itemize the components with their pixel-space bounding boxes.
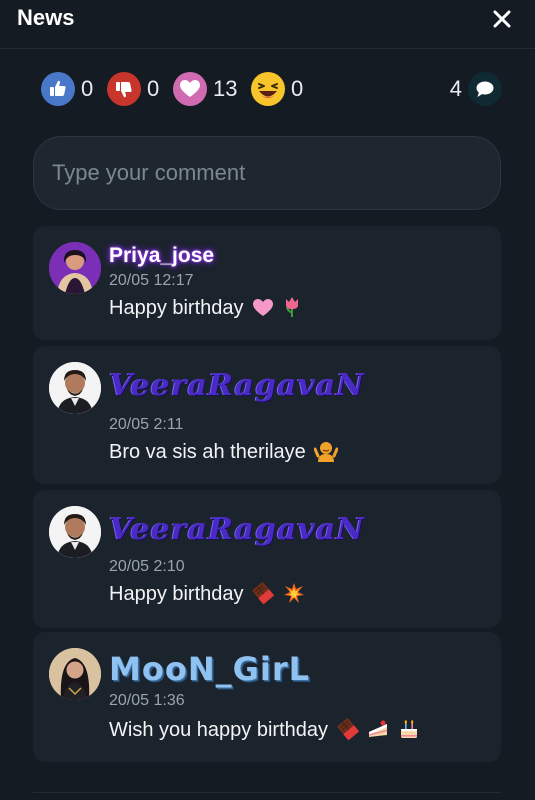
comment-text: Happy birthday <box>109 583 244 605</box>
comment-text: Happy birthday <box>109 297 244 319</box>
header-bar: News <box>0 0 535 49</box>
avatar[interactable] <box>49 242 101 294</box>
comment-timestamp: 20/05 12:17 <box>109 272 194 289</box>
chocolate-emoji-icon <box>252 582 275 610</box>
comment-card: Priya_jose 20/05 12:17 Happy birthday <box>33 226 501 340</box>
comment-text-line: Bro va sis ah therilaye <box>109 440 339 468</box>
comment-input[interactable] <box>33 136 501 210</box>
comment-username[interactable]: MooN_GirL <box>109 650 310 688</box>
tulip-emoji-icon <box>283 296 301 324</box>
comment-username[interactable]: VeeraRagavaN <box>109 512 365 547</box>
like-reaction[interactable]: 0 <box>41 70 93 108</box>
comment-timestamp: 20/05 2:11 <box>109 416 184 433</box>
close-icon[interactable] <box>491 8 513 30</box>
birthday-cake-emoji-icon <box>398 718 420 746</box>
love-reaction[interactable]: 13 <box>173 70 237 108</box>
cake-slice-emoji-icon <box>367 718 389 746</box>
speech-bubble-icon <box>468 72 502 106</box>
haha-count: 0 <box>291 76 304 101</box>
comment-card: MooN_GirL 20/05 1:36 Wish you happy birt… <box>33 632 501 762</box>
reactions-bar: 0 0 13 0 4 <box>0 70 535 110</box>
laughing-emoji-icon <box>251 72 285 106</box>
comment-text-line: Happy birthday <box>109 296 301 324</box>
shrug-emoji-icon <box>313 440 339 468</box>
comment-timestamp: 20/05 2:10 <box>109 558 185 575</box>
comment-text: Wish you happy birthday <box>109 719 329 741</box>
comment-username[interactable]: Priya_jose <box>109 244 214 268</box>
comment-card: VeeraRagavaN 20/05 2:11 Bro va sis ah th… <box>33 346 501 484</box>
avatar[interactable] <box>49 506 101 558</box>
comment-username[interactable]: VeeraRagavaN <box>109 368 365 403</box>
chocolate-emoji-icon <box>337 718 359 746</box>
thumbs-up-icon <box>41 72 75 106</box>
pink-heart-emoji-icon <box>252 298 274 324</box>
comment-card: VeeraRagavaN 20/05 2:10 Happy birthday <box>33 490 501 628</box>
comment-text-line: Happy birthday <box>109 582 305 610</box>
love-count: 13 <box>213 76 238 101</box>
list-divider <box>33 792 501 793</box>
comment-count-button[interactable]: 4 <box>450 70 502 108</box>
comment-text-line: Wish you happy birthday <box>109 718 420 746</box>
avatar[interactable] <box>49 648 101 700</box>
dislike-reaction[interactable]: 0 <box>107 70 159 108</box>
haha-reaction[interactable]: 0 <box>251 70 303 108</box>
collision-emoji-icon <box>283 582 305 610</box>
avatar[interactable] <box>49 362 101 414</box>
comment-timestamp: 20/05 1:36 <box>109 692 185 709</box>
thumbs-down-icon <box>107 72 141 106</box>
dislike-count: 0 <box>147 76 160 101</box>
comment-text: Bro va sis ah therilaye <box>109 441 306 463</box>
comments-panel: News 0 0 13 0 4 Type your comment Priya_… <box>0 0 535 800</box>
like-count: 0 <box>81 76 94 101</box>
page-title: News <box>17 5 75 30</box>
comment-count: 4 <box>449 76 462 101</box>
heart-icon <box>173 72 207 106</box>
